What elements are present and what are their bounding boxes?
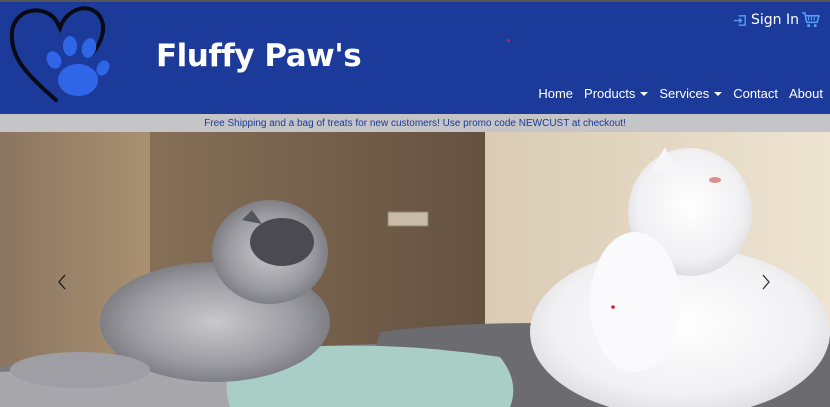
nav-products-label: Products [584,86,636,101]
nav-about[interactable]: About [789,86,823,101]
nav-about-label: About [789,86,823,101]
sign-in-icon [733,14,746,26]
nav-home-label: Home [538,86,574,101]
chevron-right-icon [762,274,770,290]
nav-contact-label: Contact [733,86,779,101]
caret-down-icon [714,91,723,96]
carousel-prev-button[interactable] [52,272,72,292]
promo-text: Free Shipping and a bag of treats for ne… [204,117,626,129]
nav-contact[interactable]: Contact [733,86,778,101]
caret-down-icon [640,91,649,96]
nav-home[interactable]: Home [538,86,573,101]
heart-paw-icon[interactable] [6,2,112,108]
nav-products[interactable]: Products [584,86,649,101]
promo-banner: Free Shipping and a bag of treats for ne… [0,114,830,132]
hero-image [0,132,830,407]
hero-carousel [0,132,830,407]
shopping-cart-icon[interactable] [801,11,820,28]
chevron-left-icon [58,274,66,290]
nav-services[interactable]: Services [659,86,723,101]
site-header: Fluffy Paw's Sign In Home Products Servi… [0,2,830,114]
main-nav: Home Products Services Contact About [538,86,823,101]
decorative-dot [507,39,510,42]
sign-in-link[interactable]: Sign In [733,10,799,30]
sign-in-label: Sign In [751,12,799,28]
carousel-next-button[interactable] [756,272,776,292]
nav-services-label: Services [659,86,710,101]
brand-name[interactable]: Fluffy Paw's [156,38,362,74]
